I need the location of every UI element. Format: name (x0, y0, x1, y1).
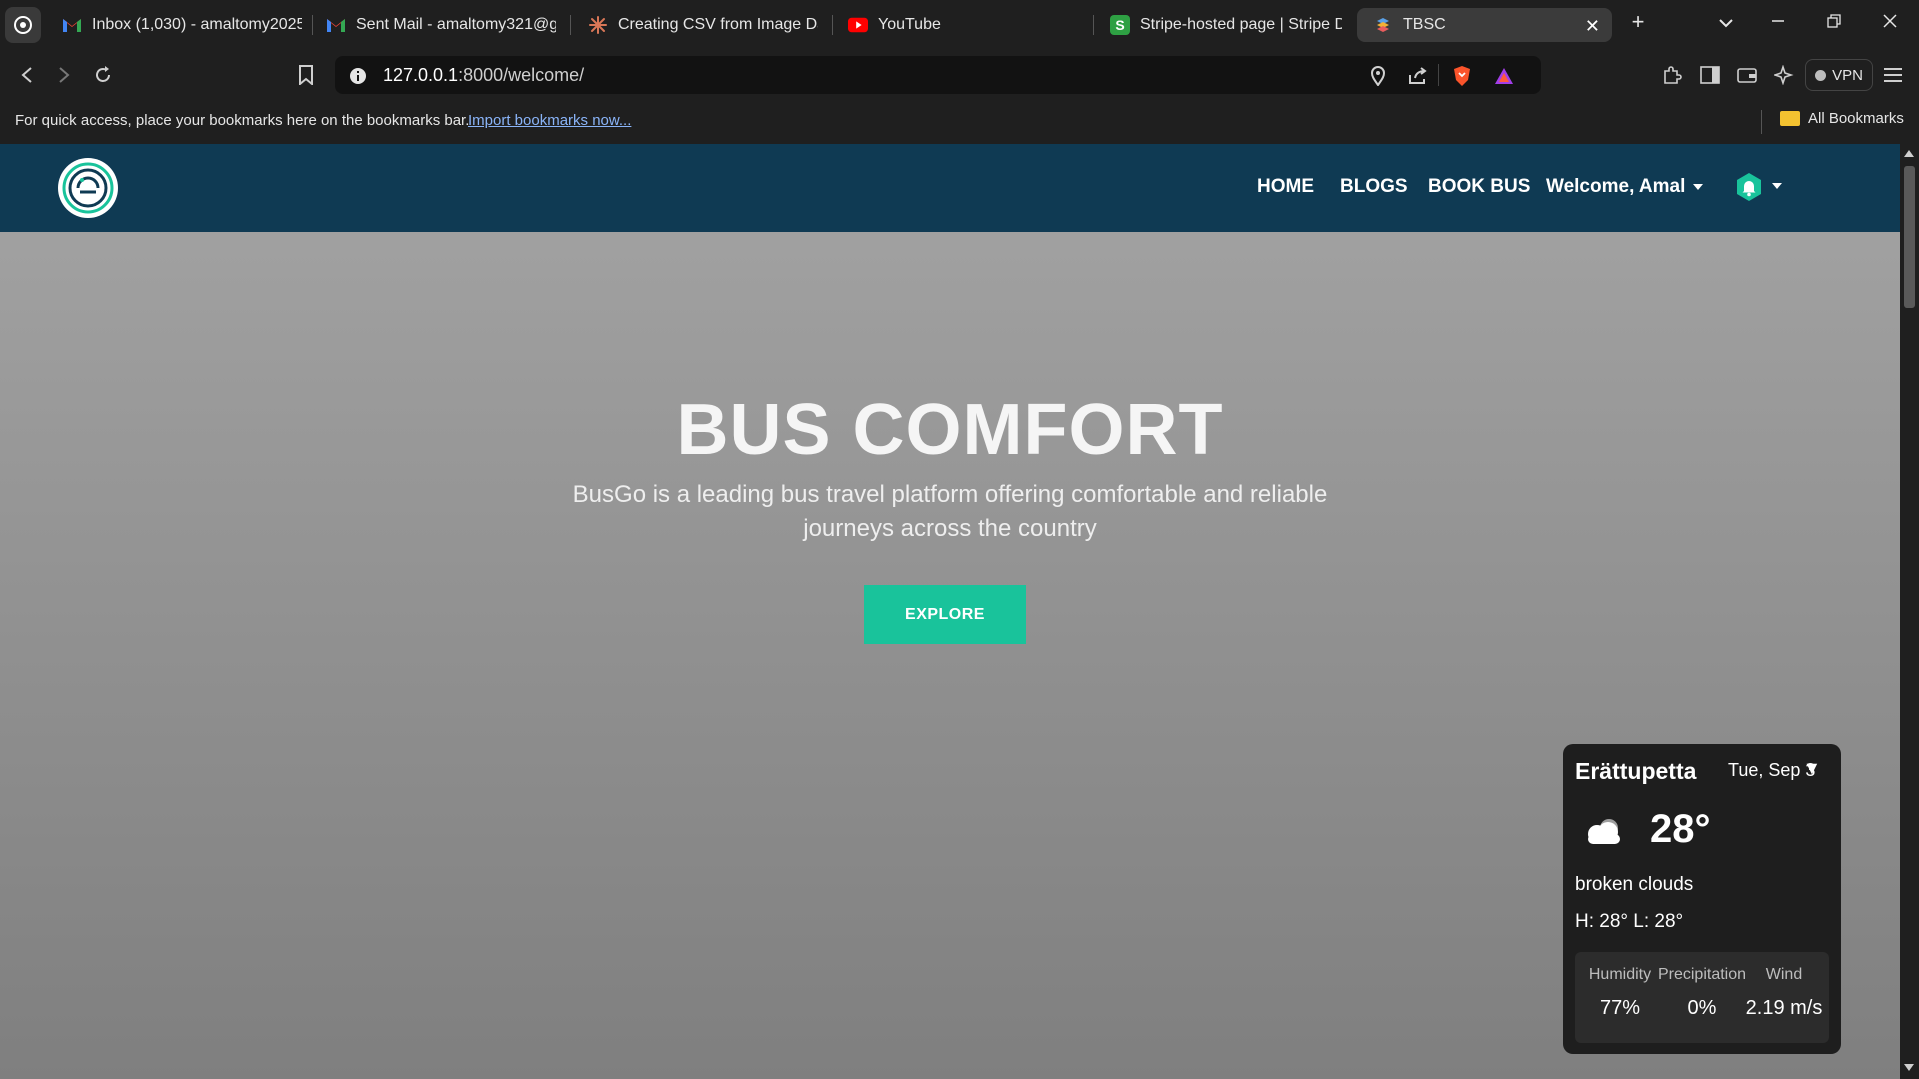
hamburger-menu-icon[interactable] (1881, 63, 1905, 87)
tab-divider (570, 15, 571, 35)
wind-label: Wind (1765, 966, 1803, 983)
tab-label: Inbox (1,030) - amaltomy2025 (92, 16, 302, 33)
close-tab-icon[interactable]: ✕ (1585, 16, 1600, 37)
precipitation-label: Precipitation (1657, 966, 1747, 983)
nav-home[interactable]: HOME (1257, 176, 1314, 198)
close-window-icon[interactable] (1875, 12, 1905, 33)
weather-stats-panel: Humidity 77% Precipitation 0% Wind 2.19 … (1575, 952, 1829, 1043)
tab-label: YouTube (878, 16, 941, 33)
tab-creating-csv[interactable]: Creating CSV from Image Data (588, 8, 818, 42)
tab-divider (832, 15, 833, 35)
page-scrollbar[interactable] (1900, 144, 1919, 1079)
minimize-icon[interactable] (1763, 12, 1793, 33)
scroll-down-icon[interactable] (1904, 1064, 1914, 1071)
humidity-label: Humidity (1588, 966, 1652, 983)
bookmarks-divider (1761, 110, 1762, 134)
wind-stat: Wind 2.19 m/s (1739, 966, 1829, 1020)
reload-icon[interactable] (90, 62, 116, 88)
scroll-up-icon[interactable] (1904, 150, 1914, 157)
tab-label: Creating CSV from Image Data (618, 16, 818, 33)
tab-label: Sent Mail - amaltomy321@gm (356, 16, 556, 33)
restore-icon[interactable] (1819, 12, 1849, 33)
vpn-label: VPN (1832, 66, 1863, 84)
bookmarks-bar: For quick access, place your bookmarks h… (0, 100, 1919, 144)
brave-rewards-icon[interactable] (1493, 65, 1515, 87)
new-tab-icon[interactable]: + (1623, 9, 1653, 35)
all-bookmarks-label: All Bookmarks (1808, 110, 1904, 127)
stripe-icon: S (1110, 15, 1130, 35)
weather-description: broken clouds (1575, 874, 1694, 895)
bell-icon (1737, 173, 1761, 201)
weather-city: Erättupetta (1575, 758, 1697, 784)
scrollbar-thumb[interactable] (1904, 166, 1915, 308)
sidebar-icon[interactable] (1698, 63, 1722, 87)
vpn-status-icon (1815, 69, 1827, 81)
tab-label: TBSC (1403, 16, 1446, 33)
chevron-down-icon[interactable] (1711, 12, 1741, 33)
nav-book-bus[interactable]: BOOK BUS (1428, 176, 1530, 198)
bookmarks-message: For quick access, place your bookmarks h… (15, 112, 470, 129)
hero-subtitle: BusGo is a leading bus travel platform o… (572, 481, 1328, 542)
site-icon (1373, 15, 1393, 35)
nav-user-dropdown[interactable]: Welcome, Amal (1546, 176, 1704, 198)
back-icon[interactable] (14, 62, 40, 88)
claude-icon (588, 15, 608, 35)
wallet-icon[interactable] (1735, 63, 1759, 87)
brave-shield-icon[interactable] (1451, 65, 1473, 87)
weather-collapse-icon[interactable]: ▼ (1803, 758, 1821, 779)
browser-menu-icon[interactable] (5, 7, 41, 43)
precipitation-stat: Precipitation 0% (1657, 966, 1747, 1020)
cloud-icon (1588, 819, 1620, 844)
address-bar[interactable]: 127.0.0.1:8000/welcome/ (335, 56, 1541, 94)
all-bookmarks-button[interactable]: All Bookmarks (1780, 110, 1904, 127)
url-text[interactable]: 127.0.0.1:8000/welcome/ (383, 65, 584, 86)
forward-icon[interactable] (51, 62, 77, 88)
omnibox-divider (1438, 64, 1439, 86)
tab-inbox[interactable]: Inbox (1,030) - amaltomy2025 (62, 8, 302, 42)
weather-high-low: H: 28° L: 28° (1575, 911, 1684, 932)
tab-tbsc[interactable]: TBSC ✕ (1357, 8, 1612, 42)
tab-youtube[interactable]: YouTube (848, 8, 1088, 42)
weather-temperature: 28° (1650, 807, 1711, 851)
youtube-icon (848, 15, 868, 35)
humidity-value: 77% (1599, 997, 1641, 1019)
vpn-button[interactable]: VPN (1805, 59, 1873, 91)
location-icon[interactable] (1367, 65, 1389, 87)
browser-toolbar: 127.0.0.1:8000/welcome/ VPN (0, 50, 1919, 100)
wind-value: 2.19 m/s (1745, 997, 1823, 1019)
notification-caret-icon[interactable] (1772, 183, 1782, 189)
extensions-icon[interactable] (1660, 63, 1684, 87)
share-icon[interactable] (1407, 65, 1429, 87)
folder-icon (1780, 111, 1800, 126)
leo-ai-icon[interactable] (1772, 63, 1796, 87)
svg-text:S: S (1115, 17, 1124, 33)
tab-strip: Inbox (1,030) - amaltomy2025 Sent Mail -… (0, 0, 1919, 50)
explore-button[interactable]: EXPLORE (864, 585, 1026, 644)
notification-button[interactable] (1732, 172, 1766, 202)
site-navbar: HOME BLOGS BOOK BUS Welcome, Amal (0, 144, 1900, 232)
caret-down-icon (1693, 183, 1704, 190)
weather-widget: Erättupetta Tue, Sep 3 ▼ 28° broken clou… (1563, 744, 1841, 1054)
url-path: :8000/welcome/ (458, 65, 585, 85)
gmail-icon (326, 15, 346, 35)
bookmark-icon[interactable] (293, 62, 319, 88)
tab-divider (312, 15, 313, 35)
gmail-icon (62, 15, 82, 35)
precipitation-value: 0% (1687, 997, 1717, 1019)
welcome-label: Welcome, Amal (1546, 176, 1686, 197)
import-bookmarks-link[interactable]: Import bookmarks now... (468, 112, 631, 129)
hero-title: BUS COMFORT (676, 390, 1224, 470)
nav-blogs[interactable]: BLOGS (1340, 176, 1408, 198)
page-viewport: HOME BLOGS BOOK BUS Welcome, Amal BUS CO… (0, 144, 1900, 1079)
tab-sent-mail[interactable]: Sent Mail - amaltomy321@gm (326, 8, 556, 42)
site-info-icon[interactable] (347, 65, 369, 87)
site-logo[interactable] (58, 158, 118, 218)
humidity-stat: Humidity 77% (1575, 966, 1665, 1020)
tab-label: Stripe-hosted page | Stripe Do (1140, 16, 1342, 33)
tab-divider (1093, 15, 1094, 35)
tab-stripe[interactable]: S Stripe-hosted page | Stripe Do (1110, 8, 1342, 42)
url-host: 127.0.0.1 (383, 65, 459, 85)
